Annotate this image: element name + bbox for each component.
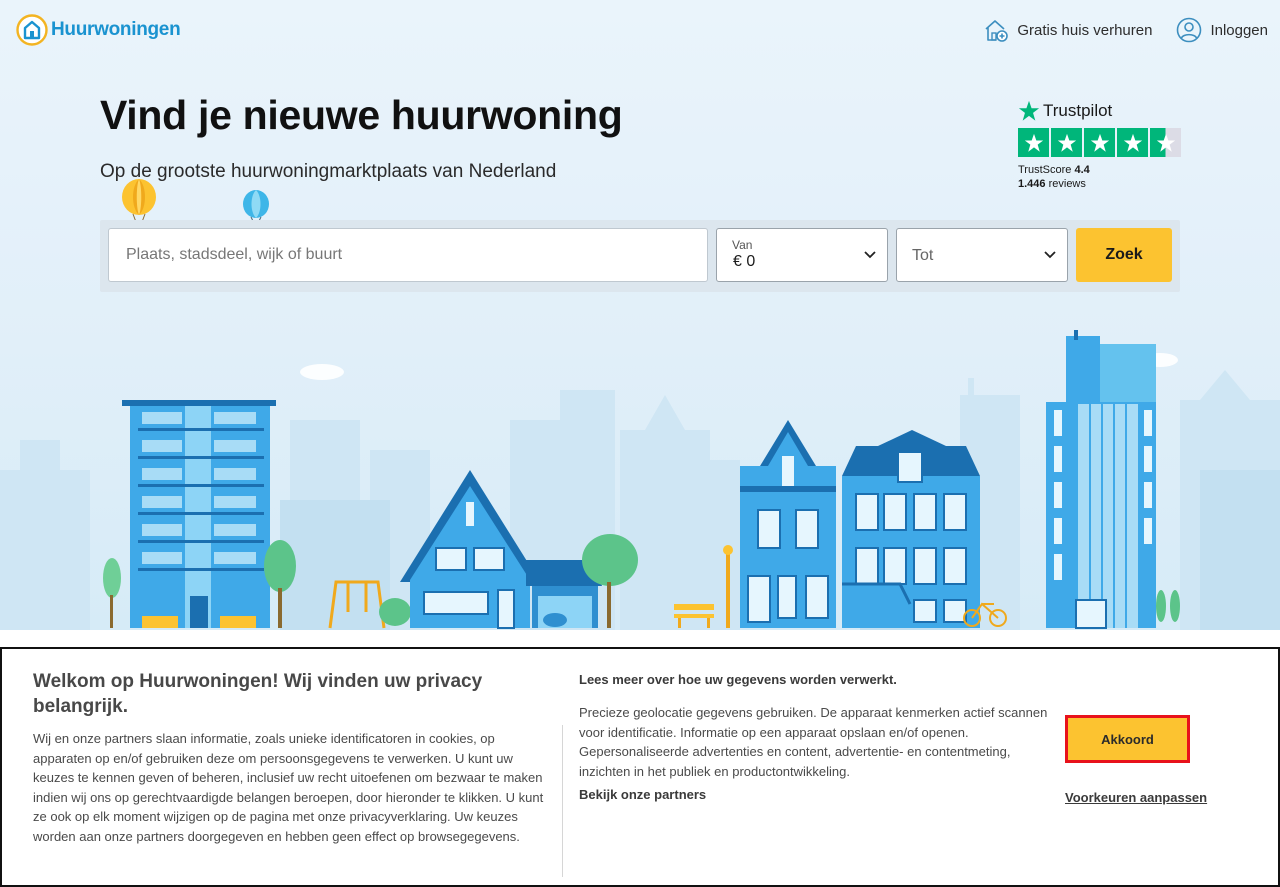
cookie-consent-banner: Welkom op Huurwoningen! Wij vinden uw pr… [0,647,1280,887]
trustpilot-rating-stars [1018,128,1188,157]
house-plus-icon [985,20,1009,42]
top-nav: Gratis huis verhuren Inloggen [983,17,1268,43]
price-from-value: € 0 [733,253,756,270]
consent-data-processing-title: Lees meer over hoe uw gegevens worden ve… [579,672,897,687]
preferences-link[interactable]: Voorkeuren aanpassen [1065,790,1207,805]
user-circle-icon [1177,17,1202,43]
trustpilot-star-icon [1018,100,1040,121]
price-from-label: Van [732,238,753,252]
chevron-down-icon [864,251,876,259]
logo-text: Huurwoningen [51,19,181,40]
consent-purposes-text: Precieze geolocatie gegevens gebruiken. … [579,705,1048,779]
price-to-placeholder: Tot [912,247,934,264]
hero-section: Huurwoningen Gratis huis verhuren Inlogg… [0,0,1280,630]
accept-button[interactable]: Akkoord [1065,715,1190,763]
nav-login[interactable]: Inloggen [1176,17,1268,43]
consent-title: Welkom op Huurwoningen! Wij vinden uw pr… [33,671,483,717]
site-logo[interactable]: Huurwoningen [16,14,181,46]
review-count: 1.446 reviews [1018,178,1086,190]
half-star-icon [1150,128,1181,157]
price-to-select[interactable]: Tot [896,228,1068,282]
star-icon [1117,128,1148,157]
star-icon [1084,128,1115,157]
location-search-input[interactable] [108,228,708,282]
search-button[interactable]: Zoek [1076,228,1172,282]
star-icon [1018,128,1049,157]
trustpilot-brand: Trustpilot [1043,101,1113,120]
trustscore: TrustScore 4.4 [1018,164,1090,176]
price-from-select[interactable]: Van € 0 [716,228,888,282]
page-subtitle: Op de grootste huurwoningmarktplaats van… [100,161,557,182]
search-bar: Van € 0 Tot Zoek [100,220,1180,292]
consent-divider [562,725,563,877]
house-logo-icon [16,14,48,46]
city-illustration [0,330,1280,630]
chevron-down-icon [1044,251,1056,259]
star-icon [1051,128,1082,157]
nav-rent-out-house[interactable]: Gratis huis verhuren [983,17,1152,43]
trustpilot-widget[interactable]: Trustpilot TrustScore 4.4 1.446 reviews [1018,100,1188,190]
consent-body: Wij en onze partners slaan informatie, z… [33,731,544,844]
page-title: Vind je nieuwe huurwoning [100,92,623,138]
nav-login-label: Inloggen [1210,21,1268,39]
view-partners-link[interactable]: Bekijk onze partners [579,787,706,802]
nav-rent-out-label: Gratis huis verhuren [1017,21,1153,39]
